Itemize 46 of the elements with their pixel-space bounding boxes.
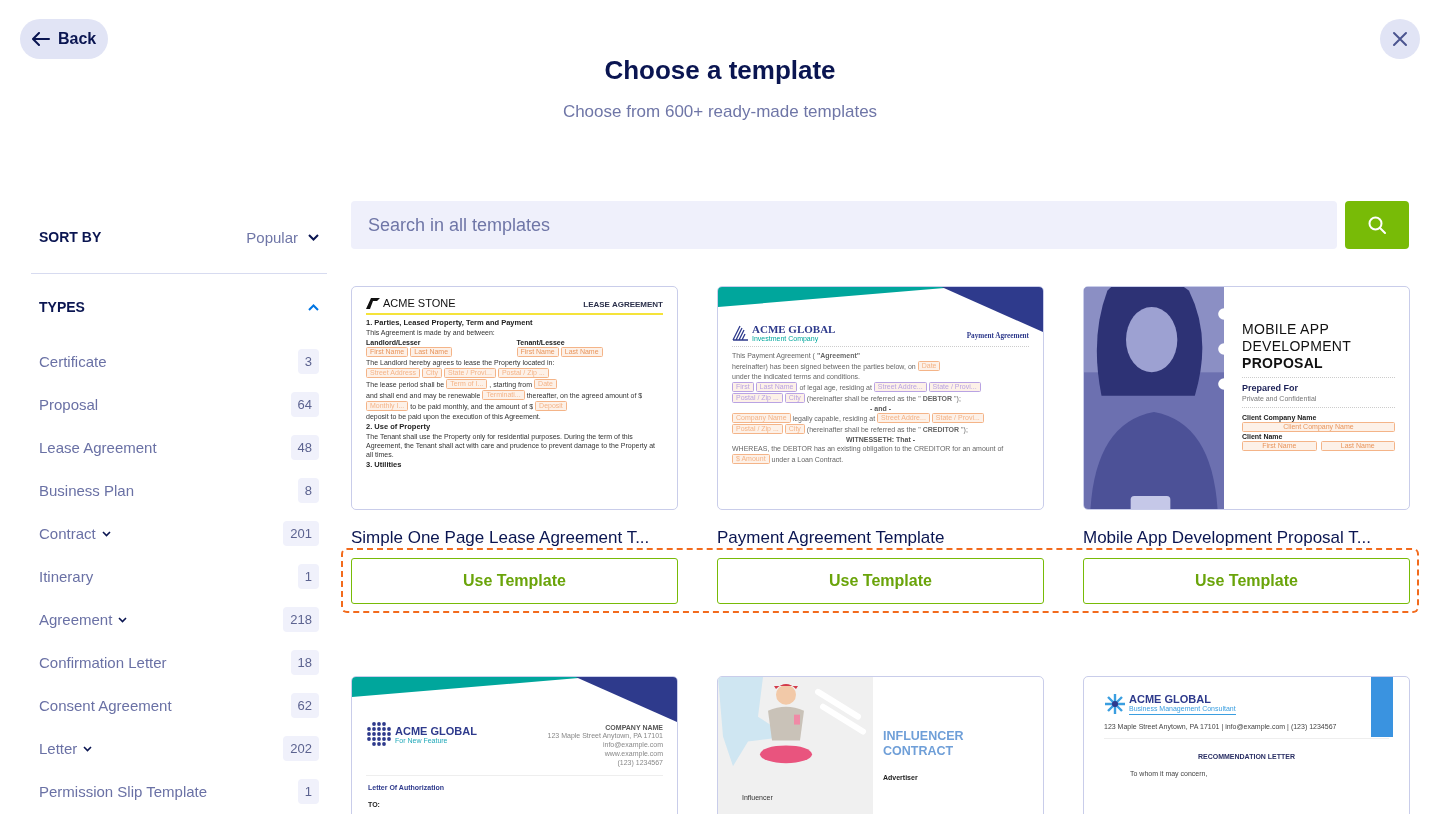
count-badge: 18: [290, 650, 319, 675]
types-heading: TYPES: [39, 299, 85, 315]
sort-dropdown[interactable]: Popular: [246, 228, 319, 246]
doc-title: LEASE AGREEMENT: [583, 300, 663, 309]
count-badge: 218: [283, 607, 319, 632]
sort-label: SORT BY: [39, 229, 102, 245]
search-field[interactable]: Search in all templates: [351, 201, 1337, 249]
type-link[interactable]: Proposal: [39, 396, 99, 413]
page-subtitle: Choose from 600+ ready-made templates: [562, 102, 878, 122]
type-link[interactable]: Confirmation Letter: [39, 654, 167, 671]
use-template-button[interactable]: Use Template: [717, 558, 1044, 604]
type-link[interactable]: Certificate: [39, 353, 107, 370]
type-link[interactable]: Business Plan: [39, 482, 135, 499]
use-template-button[interactable]: Use Template: [1083, 558, 1410, 604]
template-title[interactable]: Mobile App Development Proposal T...: [1083, 527, 1410, 549]
count-badge: 64: [290, 392, 319, 417]
template-title[interactable]: Simple One Page Lease Agreement T...: [351, 527, 678, 549]
count-badge: 3: [297, 349, 319, 374]
count-badge: 201: [283, 521, 319, 546]
back-button[interactable]: Back: [20, 19, 109, 59]
doc-heading: Prepared For: [1242, 383, 1299, 393]
count-badge: 1: [297, 564, 319, 589]
count-badge: 48: [290, 435, 319, 460]
doc-title: INFLUENCER: [883, 729, 964, 744]
doc-title: DEVELOPMENT: [1242, 338, 1352, 355]
type-link[interactable]: Permission Slip Template: [39, 783, 208, 800]
template-title[interactable]: Payment Agreement Template: [717, 527, 1044, 549]
doc-title: MOBILE APP: [1242, 321, 1330, 338]
count-badge: 8: [297, 478, 319, 503]
use-template-button[interactable]: Use Template: [351, 558, 678, 604]
count-badge: 1: [297, 779, 319, 804]
doc-brand: ACME STONE: [383, 297, 456, 309]
type-link[interactable]: Contract: [39, 525, 96, 542]
page-title: Choose a template: [603, 55, 837, 86]
type-link[interactable]: Agreement: [39, 611, 113, 628]
type-link[interactable]: Consent Agreement: [39, 697, 172, 714]
type-link[interactable]: Letter: [39, 740, 78, 757]
type-link[interactable]: Itinerary: [39, 568, 94, 585]
type-link[interactable]: Lease Agreement: [39, 439, 157, 456]
count-badge: 62: [290, 693, 319, 718]
count-badge: 202: [283, 736, 319, 761]
doc-brand: ACME GLOBAL: [1129, 693, 1212, 705]
doc-brand: ACME GLOBAL: [395, 724, 477, 737]
doc-brand: ACME GLOBAL: [752, 323, 836, 335]
doc-title: CONTRACT: [883, 744, 955, 759]
doc-title: PROPOSAL: [1242, 355, 1323, 372]
